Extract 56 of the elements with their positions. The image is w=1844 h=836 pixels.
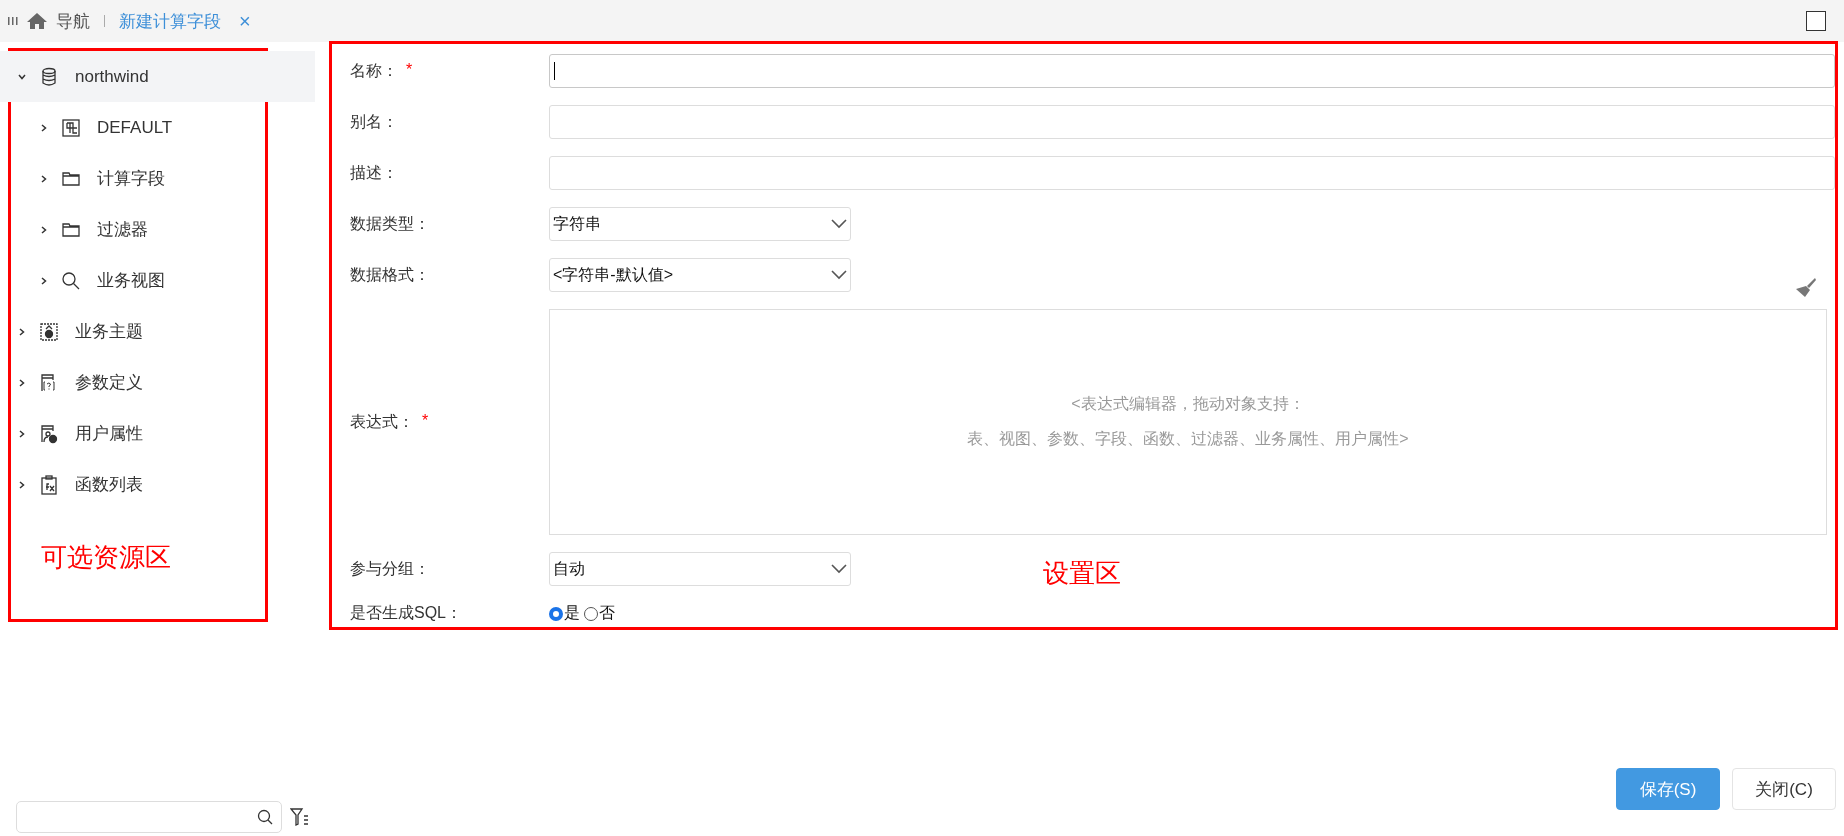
subject-icon [39, 321, 59, 342]
tree-item[interactable]: 参数定义 [0, 357, 315, 408]
field-label: 描述： [350, 162, 398, 183]
tree-item[interactable]: northwind [0, 51, 315, 102]
placeholder-text: <表达式编辑器，拖动对象支持： [1071, 394, 1305, 414]
placeholder-text: 表、视图、参数、字段、函数、过滤器、业务属性、用户属性> [967, 429, 1409, 449]
search-field[interactable] [16, 801, 282, 833]
dropdown[interactable]: <字符串-默认值> [549, 258, 851, 292]
radio-option[interactable]: 是 [549, 603, 580, 624]
dropdown[interactable]: 字符串 [549, 207, 851, 241]
annotation-label: 可选资源区 [41, 541, 172, 574]
field-label: 参与分组： [350, 558, 430, 579]
maximize-icon[interactable] [1806, 11, 1826, 31]
required-asterisk: * [406, 60, 413, 80]
field-label: 表达式： [350, 411, 414, 432]
field-label: 是否生成SQL： [350, 603, 462, 623]
function-icon [39, 474, 59, 495]
field-label: 数据格式： [350, 264, 430, 285]
chevron-right-icon[interactable] [39, 122, 49, 133]
tree-item[interactable]: 业务主题 [0, 306, 315, 357]
radio-option[interactable]: 否 [584, 603, 615, 624]
tree-item[interactable]: 函数列表 [0, 459, 315, 510]
tree-item[interactable]: 计算字段 [0, 153, 315, 204]
tree-item[interactable]: 过滤器 [0, 204, 315, 255]
field-label: 名称： [350, 60, 398, 81]
chevron-down-icon [831, 564, 847, 574]
chevron-right-icon[interactable] [39, 224, 49, 235]
user-icon [39, 423, 59, 444]
table-icon [61, 117, 81, 138]
search-icon [61, 270, 81, 291]
text-field[interactable] [549, 54, 1835, 88]
chevron-down-icon [831, 219, 847, 229]
chevron-right-icon[interactable] [17, 377, 27, 388]
annotation-label: 设置区 [1043, 557, 1121, 590]
home-icon [26, 12, 48, 30]
chevron-right-icon[interactable] [39, 173, 49, 184]
field-label: 数据类型： [350, 213, 430, 234]
tab[interactable]: 导航 [26, 9, 90, 33]
text-field[interactable] [549, 156, 1835, 190]
chevron-right-icon[interactable] [17, 326, 27, 337]
search-icon[interactable] [257, 809, 273, 825]
chevron-down-icon [831, 270, 847, 280]
text-field[interactable] [549, 105, 1835, 139]
close-button[interactable]: 关闭(C) [1732, 768, 1836, 810]
chevron-right-icon[interactable] [17, 479, 27, 490]
field-label: 别名： [350, 111, 398, 132]
tree-item[interactable]: 用户属性 [0, 408, 315, 459]
filter-icon[interactable] [290, 807, 310, 827]
chevron-right-icon[interactable] [17, 428, 27, 439]
chevron-right-icon[interactable] [39, 275, 49, 286]
database-icon [39, 66, 59, 87]
tree-item[interactable]: 业务视图 [0, 255, 315, 306]
required-asterisk: * [422, 411, 429, 431]
tree-item[interactable]: DEFAULT [0, 102, 315, 153]
grip-icon[interactable] [8, 16, 18, 26]
dropdown[interactable]: 自动 [549, 552, 851, 586]
